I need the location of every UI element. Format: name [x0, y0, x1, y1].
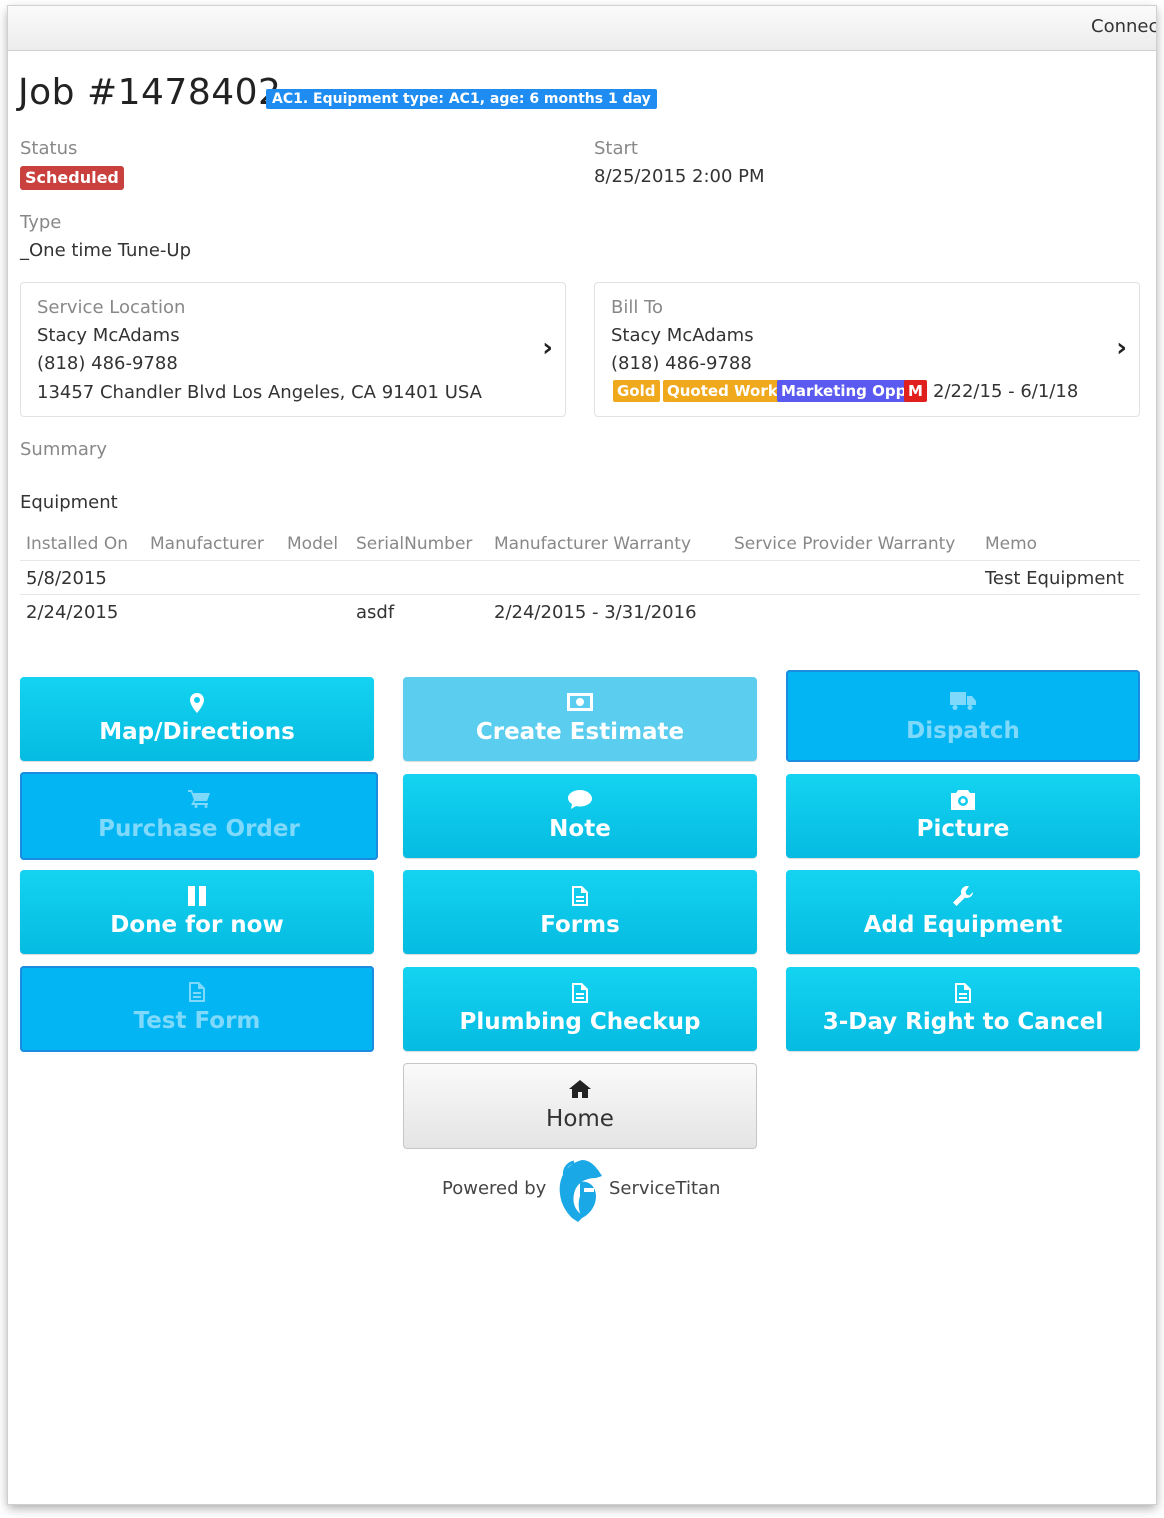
forms-button[interactable]: Forms [403, 870, 757, 954]
tag-m: M [904, 380, 927, 402]
right-to-cancel-label: 3-Day Right to Cancel [822, 1009, 1104, 1035]
add-equipment-label: Add Equipment [863, 912, 1063, 938]
map-marker-icon [20, 693, 374, 715]
col-manufacturer-warranty: Manufacturer Warranty [494, 534, 692, 554]
picture-label: Picture [916, 816, 1010, 842]
map-directions-button[interactable]: Map/Directions [20, 677, 374, 761]
dispatch-label: Dispatch [906, 718, 1020, 744]
bill-to-dates: 2/22/15 - 6/1/18 [933, 381, 1079, 402]
cell-serial-number: asdf [356, 602, 395, 623]
chevron-right-icon: › [542, 333, 553, 363]
start-label: Start [594, 138, 638, 159]
done-for-now-button[interactable]: Done for now [20, 870, 374, 954]
page-title: Job #1478402 [18, 72, 282, 113]
col-memo: Memo [985, 534, 1038, 554]
document-icon [786, 983, 1140, 1005]
comment-icon [403, 790, 757, 812]
cell-memo: Test Equipment [985, 568, 1124, 589]
right-to-cancel-button[interactable]: 3-Day Right to Cancel [786, 967, 1140, 1051]
cell-installed-on: 5/8/2015 [26, 568, 107, 589]
cart-icon [20, 790, 378, 812]
table-divider [20, 560, 1140, 561]
forms-label: Forms [540, 912, 620, 938]
bill-to-name: Stacy McAdams [611, 325, 754, 346]
bill-to-phone: (818) 486-9788 [611, 353, 752, 374]
summary-label: Summary [20, 439, 107, 460]
service-location-name: Stacy McAdams [37, 325, 180, 346]
create-estimate-button[interactable]: Create Estimate [403, 677, 757, 761]
map-directions-label: Map/Directions [99, 719, 295, 745]
cell-manufacturer-warranty: 2/24/2015 - 3/31/2016 [494, 602, 697, 623]
tag-gold: Gold [613, 380, 660, 402]
create-estimate-label: Create Estimate [475, 719, 685, 745]
add-equipment-button[interactable]: Add Equipment [786, 870, 1140, 954]
home-icon [404, 1080, 756, 1102]
test-form-button[interactable]: Test Form [20, 966, 374, 1052]
money-icon [403, 693, 757, 715]
equipment-badge: AC1. Equipment type: AC1, age: 6 months … [266, 89, 657, 109]
powered-by-text: Powered by [442, 1178, 547, 1199]
servicetitan-logo-icon [552, 1158, 606, 1228]
purchase-order-label: Purchase Order [98, 816, 300, 842]
type-label: Type [20, 212, 62, 233]
tag-marketing-opp: Marketing Opp [777, 380, 911, 402]
plumbing-checkup-label: Plumbing Checkup [459, 1009, 701, 1035]
brand-name: ServiceTitan [609, 1178, 721, 1199]
document-icon [403, 886, 757, 908]
col-installed-on: Installed On [26, 534, 128, 554]
start-value: 8/25/2015 2:00 PM [594, 166, 765, 187]
service-location-address: 13457 Chandler Blvd Los Angeles, CA 9140… [37, 382, 482, 403]
dispatch-button[interactable]: Dispatch [786, 670, 1140, 762]
type-value: _One time Tune-Up [20, 240, 192, 261]
chevron-right-icon: › [1116, 333, 1127, 363]
col-serial-number: SerialNumber [356, 534, 473, 554]
service-location-phone: (818) 486-9788 [37, 353, 178, 374]
status-badge: Scheduled [20, 166, 124, 190]
equipment-title: Equipment [20, 492, 118, 513]
document-icon [403, 983, 757, 1005]
truck-icon [786, 692, 1140, 714]
service-location-card[interactable]: Service Location Stacy McAdams (818) 486… [20, 282, 566, 417]
note-label: Note [549, 816, 611, 842]
camera-icon [786, 790, 1140, 812]
table-divider [20, 594, 1140, 595]
wrench-icon [786, 886, 1140, 908]
status-label: Status [20, 138, 78, 159]
test-form-label: Test Form [133, 1008, 261, 1034]
top-bar: Connec [8, 6, 1156, 51]
done-for-now-label: Done for now [110, 912, 284, 938]
cell-installed-on: 2/24/2015 [26, 602, 119, 623]
purchase-order-button[interactable]: Purchase Order [20, 772, 378, 860]
col-service-provider-warranty: Service Provider Warranty [734, 534, 956, 554]
tag-quoted-work: Quoted Work [663, 380, 782, 402]
plumbing-checkup-button[interactable]: Plumbing Checkup [403, 967, 757, 1051]
home-button[interactable]: Home [403, 1063, 757, 1149]
note-button[interactable]: Note [403, 774, 757, 858]
picture-button[interactable]: Picture [786, 774, 1140, 858]
service-location-label: Service Location [37, 297, 186, 318]
app-window: Connec Job #1478402 AC1. Equipment type:… [8, 6, 1156, 1504]
document-icon [20, 982, 374, 1004]
col-model: Model [287, 534, 339, 554]
connection-status: Connec [1091, 16, 1156, 37]
bill-to-label: Bill To [611, 297, 664, 318]
col-manufacturer: Manufacturer [150, 534, 264, 554]
home-label: Home [546, 1106, 614, 1132]
pause-icon [20, 886, 374, 908]
